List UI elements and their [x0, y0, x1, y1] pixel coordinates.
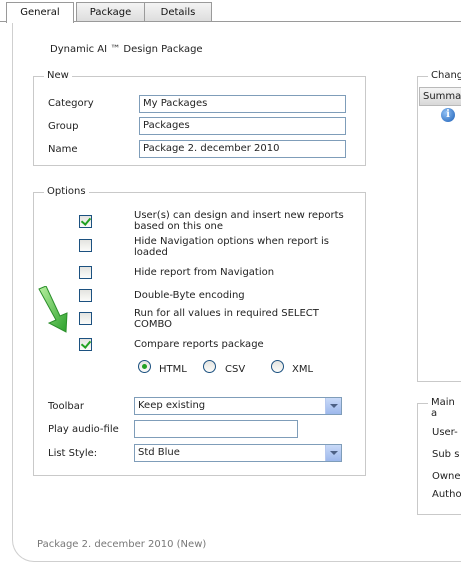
list-style-select-value: Std Blue: [138, 447, 180, 458]
new-group-legend: New: [44, 70, 72, 81]
options-group-legend: Options: [44, 186, 89, 197]
xml-radio-label: XML: [292, 364, 314, 375]
html-radio[interactable]: [138, 360, 151, 373]
info-icon[interactable]: i: [441, 108, 455, 122]
double-byte-checkbox[interactable]: [79, 289, 92, 302]
user-field-label: User-: [432, 427, 458, 438]
toolbar-select-value: Keep existing: [138, 400, 206, 411]
category-field[interactable]: My Packages: [139, 95, 346, 113]
group-field[interactable]: Packages: [139, 117, 346, 135]
owner-field-label: Owne: [432, 471, 461, 482]
toolbar-select[interactable]: Keep existing: [134, 397, 342, 415]
tab-general[interactable]: General: [6, 2, 74, 23]
hide-navigation-options-label: Hide Navigation options when report is l…: [134, 236, 329, 258]
footer-status: Package 2. december 2010 (New): [37, 539, 207, 550]
chevron-down-icon: [325, 445, 341, 461]
tab-details[interactable]: Details: [144, 2, 212, 22]
run-all-values-checkbox[interactable]: [79, 312, 92, 325]
play-audio-field[interactable]: [134, 420, 298, 438]
category-label: Category: [48, 98, 94, 109]
design-insert-label: User(s) can design and insert new report…: [134, 210, 344, 232]
toolbar-label: Toolbar: [48, 401, 85, 412]
summary-column-header[interactable]: Summa: [419, 87, 461, 106]
page-title: Dynamic AI ™ Design Package: [50, 44, 203, 55]
author-field-label: Autho: [432, 489, 461, 500]
hide-from-navigation-label: Hide report from Navigation: [134, 267, 275, 278]
name-field[interactable]: Package 2. december 2010: [139, 140, 346, 158]
name-label: Name: [48, 144, 78, 155]
sub-field-label: Sub s: [432, 449, 460, 460]
csv-radio[interactable]: [203, 360, 216, 373]
tab-package[interactable]: Package: [76, 2, 145, 22]
green-pointer-arrow-icon: [38, 286, 68, 333]
hide-navigation-options-checkbox[interactable]: [79, 239, 92, 252]
list-style-select[interactable]: Std Blue: [134, 444, 342, 462]
chevron-down-icon: [325, 398, 341, 414]
changes-group-legend: Chang: [428, 70, 461, 81]
play-audio-label: Play audio-file: [48, 424, 119, 435]
group-label: Group: [48, 121, 79, 132]
xml-radio[interactable]: [271, 360, 284, 373]
csv-radio-label: CSV: [225, 364, 246, 375]
main-group-legend: Main a: [428, 397, 461, 419]
double-byte-label: Double-Byte encoding: [134, 290, 245, 301]
html-radio-label: HTML: [159, 364, 187, 375]
hide-from-navigation-checkbox[interactable]: [79, 266, 92, 279]
design-insert-checkbox[interactable]: [79, 215, 92, 228]
compare-reports-checkbox[interactable]: [79, 338, 92, 351]
changes-group: [417, 76, 461, 382]
run-all-values-label: Run for all values in required SELECT CO…: [134, 308, 319, 330]
list-style-label: List Style:: [48, 448, 98, 459]
compare-reports-label: Compare reports package: [134, 339, 264, 350]
